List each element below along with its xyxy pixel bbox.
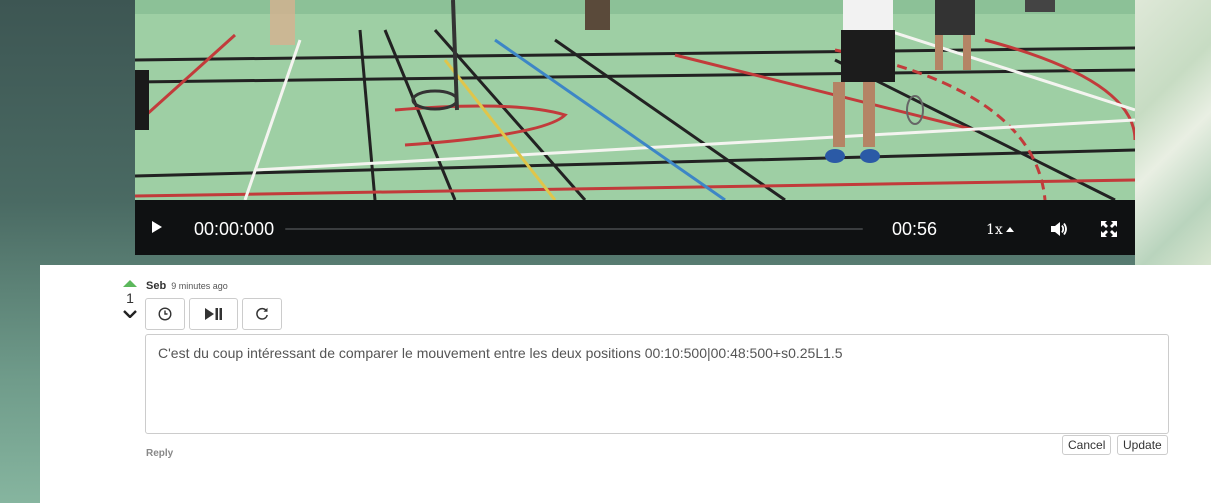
comment-panel: 1 Seb 9 minutes ago C'est du coup intére… (40, 265, 1211, 503)
comment-time-ago: 9 minutes ago (171, 281, 228, 291)
cancel-button[interactable]: Cancel (1062, 435, 1112, 455)
playback-speed-label: 1x (986, 222, 1003, 238)
current-time: 00:00:000 (194, 219, 275, 239)
reply-link[interactable]: Reply (146, 448, 173, 459)
refresh-icon (256, 307, 268, 320)
playback-speed-button[interactable]: 1x (986, 222, 1014, 238)
volume-icon[interactable] (1050, 221, 1068, 242)
play-pause-icon (204, 308, 222, 320)
timestamp-button[interactable] (145, 298, 185, 330)
caret-up-icon (1005, 227, 1014, 232)
comment-author: Seb (146, 280, 167, 292)
play-pause-button[interactable] (189, 298, 238, 330)
badminton-court-image (135, 0, 1135, 200)
downvote-arrow-icon[interactable] (123, 310, 137, 319)
comment-meta: Seb 9 minutes ago (146, 280, 228, 292)
background-right (1135, 0, 1211, 265)
comment-text-field[interactable]: C'est du coup intéressant de comparer le… (145, 334, 1169, 434)
fullscreen-icon[interactable] (1101, 221, 1117, 242)
play-icon[interactable] (152, 221, 162, 233)
clock-icon (158, 307, 172, 321)
video-controls: 00:00:000 00:56 1x (135, 200, 1135, 255)
upvote-arrow-icon[interactable] (123, 280, 137, 287)
progress-bar[interactable] (285, 228, 863, 230)
duration: 00:56 (892, 219, 938, 239)
vote-count: 1 (126, 290, 134, 306)
update-button[interactable]: Update (1117, 435, 1168, 455)
reset-button[interactable] (242, 298, 282, 330)
video-frame[interactable] (135, 0, 1135, 200)
vote-widget: 1 (122, 280, 138, 323)
